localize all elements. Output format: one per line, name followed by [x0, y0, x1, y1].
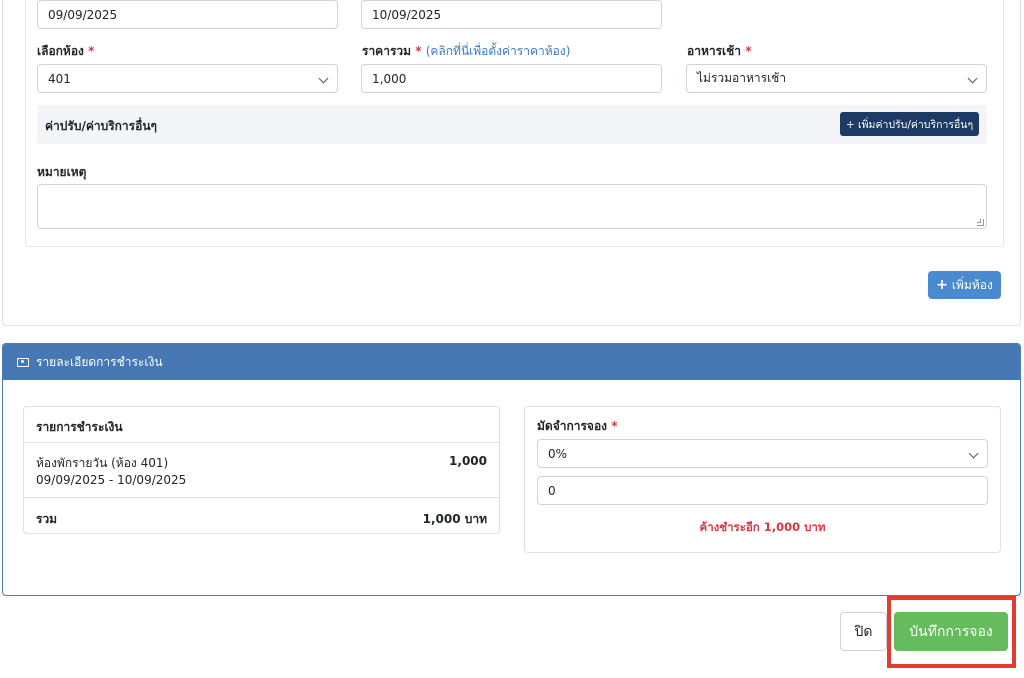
deposit-amount-value: 0 [548, 483, 556, 498]
add-room-button[interactable]: + เพิ่มห้อง [928, 271, 1001, 299]
add-fee-button[interactable]: + เพิ่มค่าปรับ/ค่าบริการอื่นๆ [840, 112, 979, 136]
price-input[interactable]: 1,000 [361, 64, 662, 93]
payment-list-card: รายการชำระเงิน ห้องพักรายวัน (ห้อง 401) … [23, 406, 500, 534]
item-name: ห้องพักรายวัน (ห้อง 401) [36, 456, 169, 470]
plus-icon: + [936, 277, 948, 293]
breakfast-label: อาหารเช้า * [687, 44, 752, 58]
breakfast-select-value: ไม่รวมอาหารเช้า [697, 71, 787, 85]
deposit-label: มัดจำการจอง * [537, 419, 618, 433]
check-in-date-input[interactable]: 09/09/2025 [37, 0, 338, 29]
total-row: รวม 1,000 บาท [24, 498, 499, 534]
payment-list-title: รายการชำระเงิน [24, 407, 499, 443]
room-select-value: 401 [48, 71, 71, 86]
item-amount: 1,000 [449, 454, 487, 468]
price-settings-link[interactable]: (คลิกที่นี่เพื่อตั้งค่าราคาห้อง) [426, 44, 571, 58]
fees-bar: ค่าปรับ/ค่าบริการอื่นๆ + เพิ่มค่าปรับ/ค่… [37, 105, 987, 144]
breakfast-select[interactable]: ไม่รวมอาหารเช้า [686, 64, 987, 93]
check-in-date-value: 09/09/2025 [48, 7, 118, 22]
note-textarea[interactable] [37, 184, 987, 229]
check-out-date-input[interactable]: 10/09/2025 [361, 0, 662, 29]
price-value: 1,000 [372, 71, 407, 86]
deposit-amount-input[interactable]: 0 [537, 476, 988, 505]
payment-header-title: รายละเอียดการชำระเงิน [36, 354, 163, 369]
outstanding-balance: ค้างชำระอีก 1,000 บาท [699, 520, 826, 534]
payment-details-card: รายละเอียดการชำระเงิน รายการชำระเงิน ห้อ… [2, 343, 1021, 596]
deposit-percent-value: 0% [548, 446, 568, 461]
deposit-percent-select[interactable]: 0% [537, 439, 988, 468]
room-select[interactable]: 401 [37, 64, 338, 93]
resize-handle-icon[interactable] [977, 219, 984, 226]
note-label: หมายเหตุ [37, 165, 87, 179]
check-out-date-value: 10/09/2025 [372, 7, 442, 22]
add-room-label: เพิ่มห้อง [951, 277, 993, 292]
close-button[interactable]: ปิด [840, 612, 887, 651]
list-item: ห้องพักรายวัน (ห้อง 401) 09/09/2025 - 10… [24, 443, 499, 498]
highlight-box [887, 596, 1016, 668]
total-amount: 1,000 บาท [422, 512, 487, 526]
deposit-card: มัดจำการจอง * 0% 0 ค้างชำระอีก 1,000 บาท [524, 406, 1001, 553]
payment-header: รายละเอียดการชำระเงิน [3, 344, 1020, 380]
total-label: รวม [36, 512, 58, 526]
money-bill-icon [17, 357, 29, 367]
fees-title: ค่าปรับ/ค่าบริการอื่นๆ [45, 119, 157, 133]
room-select-label: เลือกห้อง * [37, 44, 95, 58]
item-dates: 09/09/2025 - 10/09/2025 [36, 473, 187, 487]
price-label: ราคารวม * (คลิกที่นี่เพื่อตั้งค่าราคาห้อ… [362, 44, 571, 58]
